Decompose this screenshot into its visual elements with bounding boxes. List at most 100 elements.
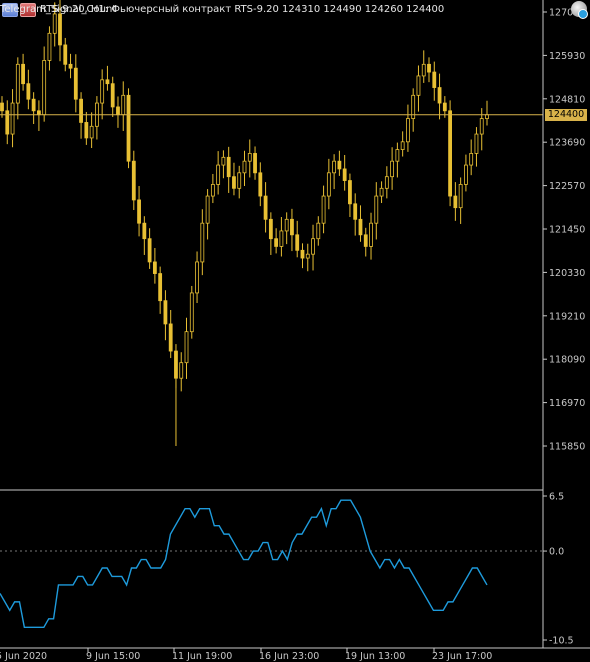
candle-body bbox=[184, 331, 189, 364]
candle-body bbox=[369, 222, 373, 247]
candle-body bbox=[31, 98, 36, 112]
candle-body bbox=[300, 249, 305, 259]
time-tick-label: 23 Jun 17:00 bbox=[432, 651, 492, 662]
candle-body bbox=[321, 195, 326, 224]
candle-body bbox=[469, 153, 474, 166]
candle-body bbox=[89, 125, 94, 139]
current-price-tag: 124400 bbox=[545, 108, 587, 121]
candle-body bbox=[221, 156, 226, 166]
time-tick-label: 11 Jun 19:00 bbox=[172, 651, 232, 662]
time-tick-label: 9 Jun 15:00 bbox=[86, 651, 140, 662]
price-tick-label: 119210 bbox=[549, 311, 585, 322]
candle-body bbox=[210, 184, 215, 197]
candle-body bbox=[116, 106, 120, 116]
candle-body bbox=[353, 203, 358, 220]
candle-body bbox=[179, 362, 184, 379]
candle-body bbox=[131, 160, 136, 201]
price-tick-label: 122570 bbox=[549, 181, 585, 192]
candle-body bbox=[84, 122, 89, 139]
candle-body bbox=[110, 83, 115, 108]
candle-body bbox=[479, 118, 484, 135]
candle-body bbox=[42, 60, 47, 116]
indicator-tick-label: 6.5 bbox=[549, 492, 564, 503]
candle-body bbox=[189, 292, 194, 333]
candle-body bbox=[284, 218, 289, 232]
price-tick-label: 124810 bbox=[549, 94, 585, 105]
candle-body bbox=[395, 149, 400, 162]
candle-body bbox=[332, 160, 337, 174]
candle-body bbox=[326, 172, 331, 197]
candle-body bbox=[158, 273, 163, 302]
candle-body bbox=[263, 195, 268, 220]
candle-body bbox=[79, 98, 83, 123]
price-tick-label: 120330 bbox=[549, 268, 585, 279]
candle-body bbox=[442, 102, 447, 112]
price-axis: 1270501259301248101236901225701214501203… bbox=[543, 8, 585, 453]
candlestick-series bbox=[0, 0, 489, 446]
candle-body bbox=[485, 114, 489, 119]
candle-body bbox=[10, 102, 15, 135]
candle-body bbox=[15, 63, 20, 104]
candle-body bbox=[363, 234, 368, 247]
candle-body bbox=[437, 87, 442, 104]
time-axis: 5 Jun 2020 9 Jun 15:00 11 Jun 19:00 16 Jun … bbox=[0, 648, 492, 662]
candle-body bbox=[200, 222, 205, 263]
candle-body bbox=[374, 195, 379, 224]
time-tick-label: 5 Jun 2020 bbox=[0, 651, 47, 662]
candle-body bbox=[268, 218, 273, 240]
candle-body bbox=[464, 164, 468, 185]
candle-body bbox=[37, 110, 41, 116]
candle-body bbox=[121, 94, 126, 116]
candle-body bbox=[195, 261, 199, 294]
expert-advisor-name[interactable]: Telegram_Signal_Count bbox=[0, 2, 568, 18]
candle-body bbox=[348, 180, 352, 205]
chart-canvas[interactable]: 1270501259301248101236901225701214501203… bbox=[0, 0, 590, 662]
candle-body bbox=[26, 83, 31, 100]
candle-body bbox=[258, 172, 263, 197]
candle-body bbox=[337, 160, 342, 170]
candle-body bbox=[290, 218, 294, 236]
candle-body bbox=[63, 44, 68, 65]
candle-body bbox=[142, 222, 147, 240]
candle-body bbox=[205, 195, 210, 224]
candle-body bbox=[0, 102, 4, 112]
candle-body bbox=[226, 156, 231, 178]
candle-body bbox=[147, 238, 152, 263]
candle-body bbox=[163, 300, 168, 325]
candle-body bbox=[126, 94, 131, 162]
candle-body bbox=[58, 13, 62, 46]
candle-body bbox=[474, 133, 479, 154]
time-tick-label: 16 Jun 23:00 bbox=[259, 651, 319, 662]
candle-body bbox=[390, 160, 395, 178]
candle-body bbox=[47, 32, 52, 61]
candle-body bbox=[247, 153, 252, 162]
candle-body bbox=[105, 79, 110, 85]
candle-body bbox=[174, 350, 178, 379]
candle-body bbox=[305, 253, 310, 259]
candle-body bbox=[21, 63, 25, 85]
candle-body bbox=[427, 63, 431, 73]
candle-body bbox=[100, 79, 105, 104]
candle-body bbox=[137, 199, 141, 224]
price-tick-label: 116970 bbox=[549, 398, 585, 409]
candle-body bbox=[421, 63, 426, 77]
expert-active-badge-icon bbox=[578, 9, 588, 19]
time-tick-label: 19 Jun 13:00 bbox=[345, 651, 405, 662]
candle-body bbox=[168, 323, 173, 352]
candle-body bbox=[453, 195, 458, 209]
candle-body bbox=[152, 261, 157, 274]
candle-body bbox=[432, 71, 437, 88]
candle-body bbox=[242, 160, 247, 174]
candle-body bbox=[400, 141, 405, 150]
candle-body bbox=[342, 168, 347, 181]
candle-body bbox=[237, 172, 242, 189]
main-price-panel[interactable]: 1270501259301248101236901225701214501203… bbox=[0, 0, 585, 491]
candle-body bbox=[379, 187, 384, 197]
indicator-panel[interactable]: 6.5 0.0 -10.5 bbox=[0, 492, 574, 647]
candle-body bbox=[458, 184, 463, 209]
candle-body bbox=[216, 164, 221, 185]
candle-body bbox=[232, 176, 236, 189]
indicator-axis: 6.5 0.0 -10.5 bbox=[543, 492, 574, 647]
price-tick-label: 123690 bbox=[549, 138, 585, 149]
candle-body bbox=[311, 238, 315, 255]
